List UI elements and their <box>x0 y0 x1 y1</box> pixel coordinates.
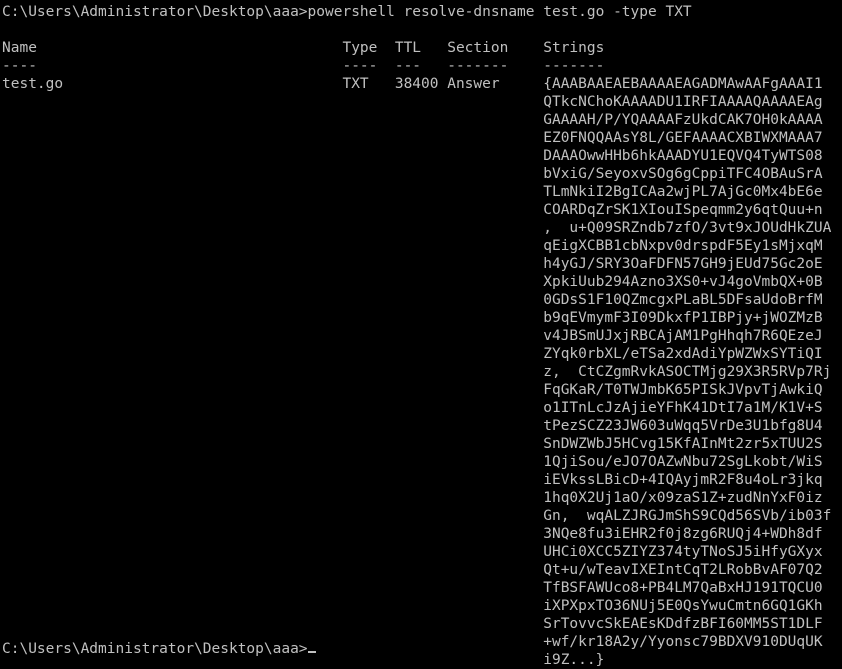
text-cursor <box>307 651 316 653</box>
strings-wrap-line: 0GDsS1F10QZmcgxPLaBL5DFsaUdoBrfM <box>2 292 823 308</box>
strings-wrap-line: iXPXpxTO36NUj5E0QsYwuCmtn6GQ1GKh <box>2 598 823 614</box>
shell-prompt-text: C:\Users\Administrator\Desktop\aaa> <box>2 641 308 657</box>
strings-wrap-line: bVxiG/SeyoxvSOg6gCppiTFC4OBAuSrA <box>2 166 823 182</box>
strings-wrap-line: XpkiUub294Azno3XS0+vJ4goVmbQX+0B <box>2 274 823 290</box>
strings-wrap-line: SrTovvcSkEAEsKDdfzBFI60MM5ST1DLF <box>2 616 823 632</box>
strings-wrap-line: 1QjiSou/eJO7OAZwNbu72SgLkobt/WiS <box>2 454 823 470</box>
strings-wrap-line: qEigXCBB1cbNxpv0drspdF5Ey1sMjxqM <box>2 238 823 254</box>
strings-wrap-line: z, CtCZgmRvkASOCTMjg29X3R5RVp7Rj <box>2 364 832 380</box>
strings-wrap-line: 3NQe8fu3iEHR2f0j8zg6RUQj4+WDh8df <box>2 526 823 542</box>
strings-wrap-line: , u+Q09SRZndb7zfO/3vt9xJOUdHkZUA <box>2 220 832 236</box>
strings-wrap-line: Qt+u/wTeavIXEIntCqT2LRobBvAF07Q2 <box>2 562 823 578</box>
terminal-screen: C:\Users\Administrator\Desktop\aaa>power… <box>2 3 842 669</box>
strings-wrap-line: ZYqk0rbXL/eTSa2xdAdiYpWZWxSYTiQI <box>2 346 823 362</box>
strings-wrap-line: GAAAAH/P/YQAAAAFzUkdCAK7OH0kAAAA <box>2 112 823 128</box>
strings-wrap-line: TfBSFAWUco8+PB4LM7QaBxHJ191TQCU0 <box>2 580 823 596</box>
strings-wrap-line: tPezSCZ23JW603uWqq5VrDe3U1bfg8U4 <box>2 418 823 434</box>
strings-wrap-line: v4JBSmUJxjRBCAjAM1PgHhqh7R6QEzeJ <box>2 328 823 344</box>
strings-wrap-line: COARDqZrSK1XIouISpeqmm2y6qtQuu+n <box>2 202 823 218</box>
strings-wrap-line: TLmNkiI2BgICAa2wjPL7AjGc0Mx4bE6e <box>2 184 823 200</box>
strings-wrap-line: 1hq0X2Uj1aO/x09zaS1Z+zudNnYxF0iz <box>2 490 823 506</box>
table-row: test.go TXT 38400 Answer {AAABAAEAEBAAAA… <box>2 76 823 92</box>
strings-wrap-line: QTkcNChoKAAAADU1IRFIAAAAQAAAAEAg <box>2 94 823 110</box>
strings-wrap-line: iEVkssLBicD+4IQAyjmR2F8u4oLr3jkq <box>2 472 823 488</box>
strings-wrap-line: FqGKaR/T0TWJmbK65PISkJVpvTjAwkiQ <box>2 382 823 398</box>
table-separator-row: ---- ---- --- ------- ------- <box>2 58 605 74</box>
terminal-window[interactable]: C:\Users\Administrator\Desktop\aaa>power… <box>0 0 842 668</box>
strings-wrap-line: h4yGJ/SRY3OaFDFN57GH9jEUd75Gc2oE <box>2 256 823 272</box>
shell-prompt-line[interactable]: C:\Users\Administrator\Desktop\aaa> <box>2 640 316 658</box>
table-header-row: Name Type TTL Section Strings <box>2 40 605 56</box>
strings-wrap-line: Gn, wqALZJRGJmShS9CQd56SVb/ib03f <box>2 508 832 524</box>
strings-wrap-line: b9qEVmymF3I09DkxfP1IBPjy+jWOZMzB <box>2 310 823 326</box>
strings-wrap-line: SnDWZWbJ5HCvg15KfAInMt2zr5xTUU2S <box>2 436 823 452</box>
strings-wrap-line: UHCi0XCC5ZIYZ374tyTNoSJ5iHfyGXyx <box>2 544 823 560</box>
command-line: C:\Users\Administrator\Desktop\aaa>power… <box>2 4 692 20</box>
strings-wrap-line: o1ITnLcJzAjieYFhK41DtI7a1M/K1V+S <box>2 400 823 416</box>
strings-wrap-line: DAAAOwwHHb6hkAAADYU1EQVQ4TyWTS08 <box>2 148 823 164</box>
strings-wrap-line: EZ0FNQQAAsY8L/GEFAAAACXBIWXMAAA7 <box>2 130 823 146</box>
